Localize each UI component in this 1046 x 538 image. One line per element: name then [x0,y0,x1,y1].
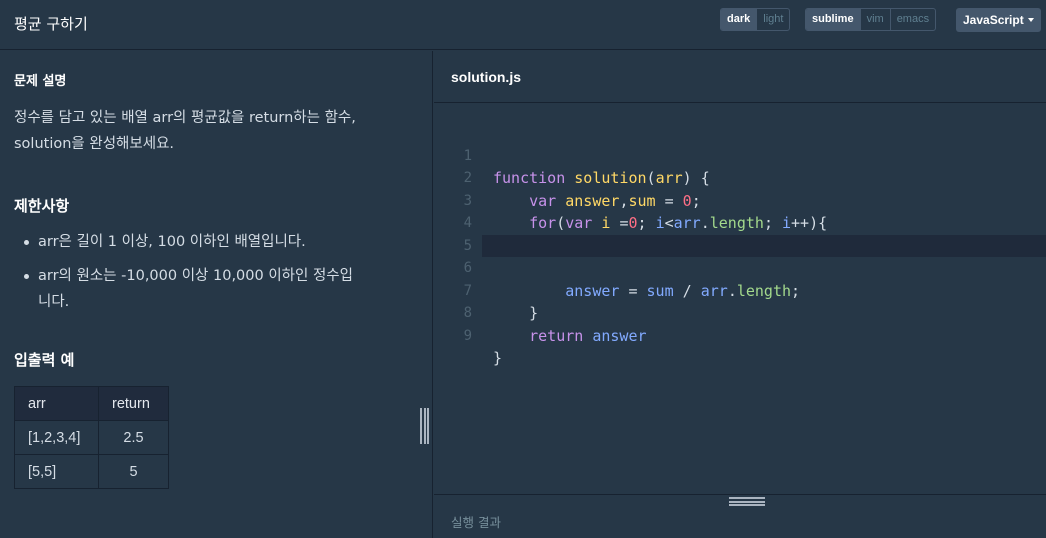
table-cell: 2.5 [98,420,169,455]
caret-down-icon [1028,18,1034,22]
problem-description: 정수를 담고 있는 배열 arr의 평균값을 return하는 함수, solu… [14,105,394,157]
keymap-toggle: sublime vim emacs [805,8,937,31]
theme-dark-button[interactable]: dark [721,9,757,30]
table-cell: [1,2,3,4] [14,420,99,455]
results-label: 실행 결과 [451,515,501,530]
theme-light-button[interactable]: light [756,9,789,30]
file-tab[interactable]: solution.js [451,69,521,85]
column-header: return [98,386,169,421]
description-line: solution을 완성해보세요. [14,136,175,152]
table-cell: 5 [98,454,169,489]
examples-heading: 입출력 예 [14,351,75,369]
code-line: 5 [434,212,1046,254]
constraints-list: arr은 길이 1 이상, 100 이하인 배열입니다. arr의 원소는 -1… [14,229,404,323]
table-cell: [5,5] [14,454,99,489]
table-row: [5,5] 5 [14,454,169,489]
theme-toggle: dark light [720,8,791,31]
constraint-text: arr의 원소는 -10,000 이상 10,000 이하인 정수입 [38,268,353,284]
description-heading: 문제 설명 [14,74,67,89]
code-line: 4 sum += arr[i]; [434,190,1046,255]
code-line: 9 } [434,302,1046,368]
table-row: [1,2,3,4] 2.5 [14,420,169,455]
table-header-row: arr return [14,386,169,421]
line-number: 9 [463,327,472,344]
page-title: 평균 구하기 [14,15,88,33]
language-select[interactable]: JavaScript [956,8,1041,32]
horizontal-resize-handle[interactable] [729,497,765,506]
code-line: 7 } [434,257,1046,323]
code-line: 2 var answer,sum = 0; [434,145,1046,210]
keymap-sublime-button[interactable]: sublime [806,9,860,30]
constraint-text: arr은 길이 1 이상, 100 이하인 배열입니다. [38,234,306,250]
language-label: JavaScript [963,13,1024,27]
column-header: arr [14,386,99,421]
description-line: 정수를 담고 있는 배열 arr의 평균값을 return하는 함수, [14,110,356,126]
constraint-item: arr의 원소는 -10,000 이상 10,000 이하인 정수입 니다. [14,263,404,315]
problem-panel: 문제 설명 정수를 담고 있는 배열 arr의 평균값을 return하는 함수… [0,51,433,538]
constraints-heading: 제한사항 [14,197,70,215]
vertical-resize-handle[interactable] [420,408,429,444]
constraint-item: arr은 길이 1 이상, 100 이하인 배열입니다. [14,229,404,255]
code-line-active: 6 answer = sum / arr.length; [464,234,1046,300]
code-line: 3 for(var i =0; i<arr.length; i++){ [434,167,1046,233]
code-line: 8 return answer [434,280,1046,345]
constraint-text: 니다. [38,294,70,310]
code-editor[interactable]: 1 function solution(arr) { 2 var answer,… [434,104,1046,494]
line-number: 5 [463,237,472,254]
editor-panel: solution.js 1 function solution(arr) { 2… [434,51,1046,538]
editor-tab-bar: solution.js [434,51,1046,103]
examples-table: arr return [1,2,3,4] 2.5 [5,5] 5 [14,386,169,489]
top-bar: 평균 구하기 dark light sublime vim emacs Java… [0,0,1046,50]
code-line: 1 function solution(arr) { [434,122,1046,188]
keymap-vim-button[interactable]: vim [859,9,890,30]
keymap-emacs-button[interactable]: emacs [889,9,935,30]
